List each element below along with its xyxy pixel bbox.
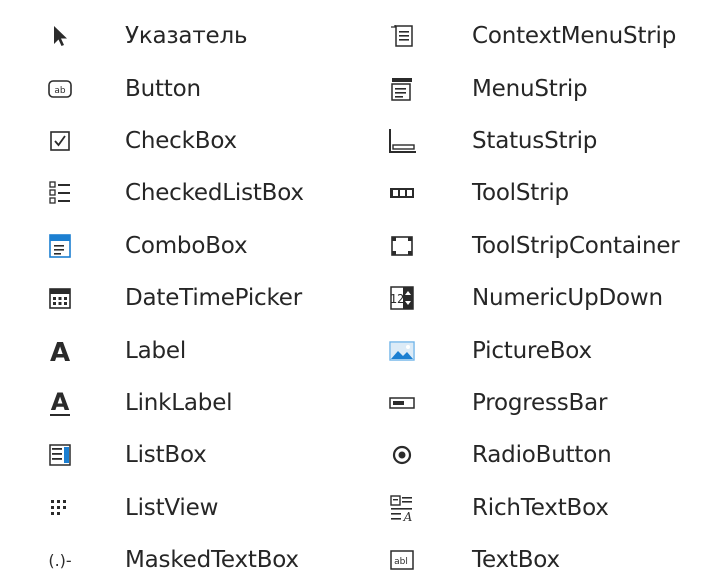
checkbox-icon <box>40 126 80 156</box>
svg-text:A: A <box>403 510 413 522</box>
button-icon: ab <box>40 74 80 104</box>
progress-bar-icon <box>382 388 422 418</box>
toolbox-item-label: LinkLabel <box>125 389 233 416</box>
pointer-icon <box>40 21 80 51</box>
picture-box-icon <box>382 336 422 366</box>
label-icon: A <box>40 336 80 366</box>
context-menu-strip-icon <box>382 21 422 51</box>
toolbox-item-label: Button <box>125 75 201 102</box>
checked-list-box-icon <box>40 178 80 208</box>
toolbox-item-label: Указатель <box>125 23 248 50</box>
list-view-icon <box>40 493 80 523</box>
toolbox-left-column: Указатель ab Button CheckBox CheckedList… <box>40 10 370 586</box>
toolbox-item-label: PictureBox <box>472 337 592 364</box>
toolbox-item-label: ListBox <box>125 442 207 469</box>
toolbox-item-status-strip[interactable]: StatusStrip <box>382 115 725 167</box>
toolbox-item-label: RichTextBox <box>472 494 609 521</box>
toolbox-item-label: Label <box>125 337 187 364</box>
toolbox-item-numeric-up-down[interactable]: 12 NumericUpDown <box>382 272 725 324</box>
toolbox-item-pointer[interactable]: Указатель <box>40 10 370 62</box>
toolbox-item-label: ComboBox <box>125 232 248 259</box>
toolbox-item-label: ProgressBar <box>472 389 608 416</box>
toolbox-item-tool-strip-container[interactable]: ToolStripContainer <box>382 220 725 272</box>
toolbox-item-label: CheckBox <box>125 127 237 154</box>
toolbox-item-list-box[interactable]: ListBox <box>40 429 370 481</box>
toolbox-item-date-time-picker[interactable]: DateTimePicker <box>40 272 370 324</box>
toolbox-item-progress-bar[interactable]: ProgressBar <box>382 377 725 429</box>
svg-text:ab: ab <box>54 86 66 96</box>
svg-text:A: A <box>51 388 70 416</box>
toolbox-item-list-view[interactable]: ListView <box>40 482 370 534</box>
toolbox-item-label: ContextMenuStrip <box>472 23 677 50</box>
toolbox-right-column: ContextMenuStrip MenuStrip StatusStrip T… <box>382 10 725 586</box>
toolbox-item-label: CheckedListBox <box>125 180 304 207</box>
numeric-up-down-icon: 12 <box>382 283 422 313</box>
toolbox-item-menu-strip[interactable]: MenuStrip <box>382 62 725 114</box>
status-strip-icon <box>382 126 422 156</box>
toolbox-item-label-control[interactable]: A Label <box>40 324 370 376</box>
toolbox-item-label: ToolStripContainer <box>472 232 680 259</box>
list-box-icon <box>40 440 80 470</box>
toolbox-item-label: RadioButton <box>472 442 612 469</box>
tool-strip-icon <box>382 178 422 208</box>
text-box-icon: abl <box>382 545 422 575</box>
tool-strip-container-icon <box>382 231 422 261</box>
toolbox-item-combobox[interactable]: ComboBox <box>40 220 370 272</box>
toolbox-item-label: TextBox <box>472 547 560 574</box>
toolbox-item-label: StatusStrip <box>472 127 598 154</box>
toolbox-item-text-box[interactable]: abl TextBox <box>382 534 725 586</box>
menu-strip-icon <box>382 74 422 104</box>
toolbox-item-label: ToolStrip <box>472 180 569 207</box>
svg-text:(.)-: (.)- <box>48 551 71 570</box>
toolbox-item-label: DateTimePicker <box>125 285 302 312</box>
toolbox-item-checked-list-box[interactable]: CheckedListBox <box>40 167 370 219</box>
toolbox-item-tool-strip[interactable]: ToolStrip <box>382 167 725 219</box>
date-time-picker-icon <box>40 283 80 313</box>
svg-text:12: 12 <box>390 292 404 306</box>
masked-text-box-icon: (.)- <box>40 545 80 575</box>
toolbox-item-picture-box[interactable]: PictureBox <box>382 324 725 376</box>
toolbox-item-radio-button[interactable]: RadioButton <box>382 429 725 481</box>
toolbox-item-label: MenuStrip <box>472 75 588 102</box>
toolbox-item-button[interactable]: ab Button <box>40 62 370 114</box>
rich-text-box-icon: A <box>382 493 422 523</box>
svg-text:abl: abl <box>394 557 408 567</box>
toolbox-item-label: MaskedTextBox <box>125 547 299 574</box>
toolbox-panel: Указатель ab Button CheckBox CheckedList… <box>0 0 725 578</box>
toolbox-item-masked-text-box[interactable]: (.)- MaskedTextBox <box>40 534 370 586</box>
toolbox-item-link-label[interactable]: A LinkLabel <box>40 377 370 429</box>
toolbox-item-checkbox[interactable]: CheckBox <box>40 115 370 167</box>
radio-button-icon <box>382 440 422 470</box>
combobox-icon <box>40 231 80 261</box>
svg-text:A: A <box>50 338 70 365</box>
toolbox-item-label: NumericUpDown <box>472 285 663 312</box>
toolbox-item-context-menu-strip[interactable]: ContextMenuStrip <box>382 10 725 62</box>
link-label-icon: A <box>40 388 80 418</box>
toolbox-item-rich-text-box[interactable]: A RichTextBox <box>382 482 725 534</box>
toolbox-item-label: ListView <box>125 494 219 521</box>
